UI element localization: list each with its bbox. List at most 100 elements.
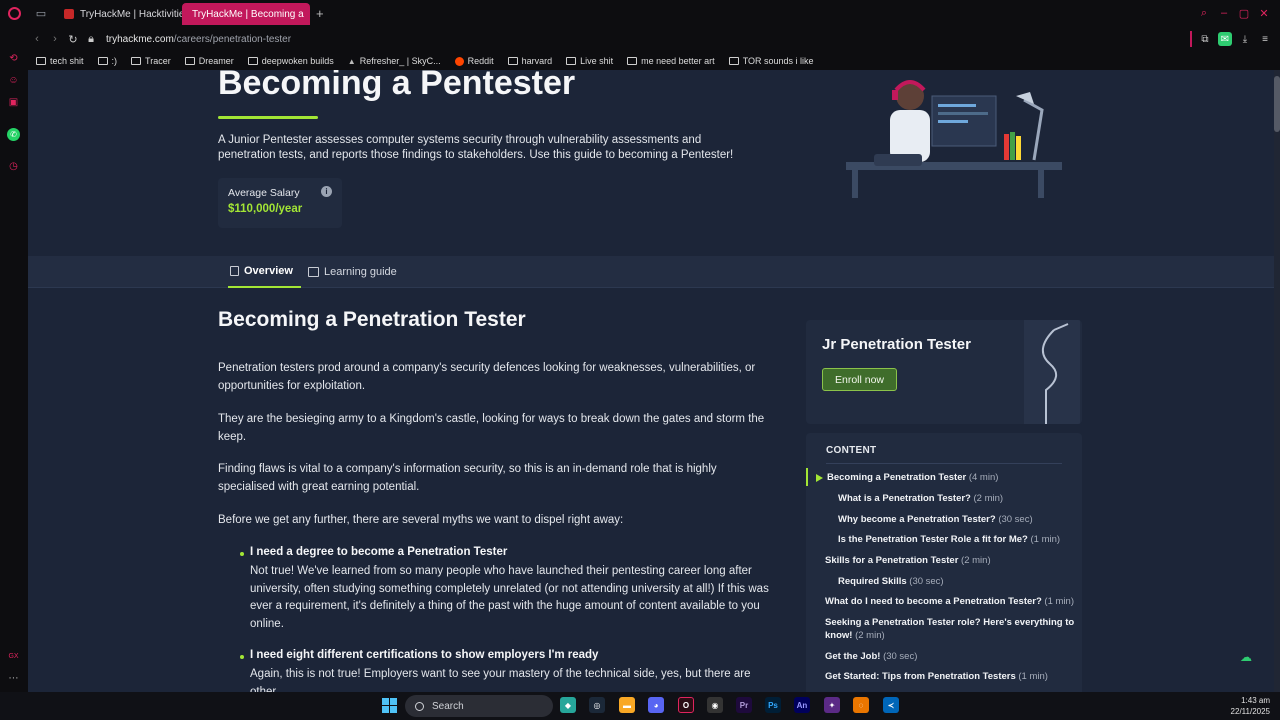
salary-value: $110,000/year	[228, 203, 303, 215]
info-icon[interactable]: i	[321, 186, 332, 197]
toc-duration: (2 min)	[961, 555, 991, 566]
discord-icon[interactable]: ◕	[648, 697, 664, 713]
forward-icon[interactable]: ›	[46, 33, 64, 45]
file-explorer-icon[interactable]: ▬	[619, 697, 635, 713]
url-path: /careers/penetration-tester	[173, 33, 292, 45]
steam-icon[interactable]: ◎	[589, 697, 605, 713]
toc-item[interactable]: Why become a Penetration Tester? (30 sec…	[838, 514, 1033, 525]
opera-gx-icon[interactable]: O	[678, 697, 694, 713]
vscode-icon[interactable]: ≺	[883, 697, 899, 713]
user-icon[interactable]: ☺	[7, 74, 20, 87]
taskbar-clock[interactable]: 1:43 am 22/11/2025	[1231, 695, 1270, 717]
bookmark-folder[interactable]: deepwoken builds	[247, 56, 334, 66]
opera-logo-icon[interactable]	[0, 0, 28, 26]
tab-becoming-pentester[interactable]: TryHackMe | Becoming a	[182, 3, 310, 25]
messenger-extension-icon[interactable]: ✉	[1218, 32, 1232, 46]
scrollbar[interactable]	[1274, 70, 1280, 692]
toc-item[interactable]: Seeking a Penetration Tester role? Here'…	[825, 617, 1074, 642]
folder-icon	[627, 57, 638, 65]
title-underline	[218, 116, 318, 119]
clock-icon[interactable]: ◷	[7, 160, 20, 173]
salary-card: Average Salary $110,000/year i	[218, 178, 342, 228]
url-field[interactable]: tryhackme.com/careers/penetration-tester	[106, 34, 291, 45]
premiere-icon[interactable]: Pr	[736, 697, 752, 713]
toc-item[interactable]: Get the Job! (30 sec)	[825, 651, 917, 662]
desk-leg	[1038, 170, 1044, 198]
maximize-icon[interactable]: ▢	[1236, 5, 1252, 21]
minimize-icon[interactable]: –	[1216, 5, 1232, 21]
bullet-dot	[240, 655, 244, 659]
menu-icon[interactable]: ≡	[1258, 32, 1272, 46]
monitor-line	[938, 112, 988, 115]
toc-item[interactable]: Is the Penetration Tester Role a fit for…	[838, 534, 1060, 545]
app-icon[interactable]: ✦	[824, 697, 840, 713]
desk-leg	[852, 170, 858, 198]
tab-overview[interactable]: Overview	[228, 256, 301, 288]
history-icon[interactable]: ⟲	[7, 52, 20, 65]
taskbar: Search ◆ ◎ ▬ ◕ O ◉ Pr Ps An ✦ ◌ ≺ 1:43 a…	[0, 692, 1280, 720]
chrome-icon[interactable]: ◉	[707, 697, 723, 713]
toc-label: What do I need to become a Penetration T…	[825, 596, 1042, 607]
article-paragraph: Penetration testers prod around a compan…	[218, 362, 756, 392]
toc-label: Why become a Penetration Tester?	[838, 514, 996, 525]
toc-item[interactable]: Skills for a Penetration Tester (2 min)	[825, 555, 991, 566]
bookmark-folder[interactable]: :)	[97, 56, 117, 66]
toc-item[interactable]: Get Started: Tips from Penetration Teste…	[825, 671, 1048, 682]
toc-item[interactable]: What do I need to become a Penetration T…	[825, 596, 1074, 607]
salary-label: Average Salary	[228, 187, 300, 199]
tab-menu-icon[interactable]: ▭	[28, 0, 54, 26]
taskbar-search[interactable]: Search	[405, 695, 553, 717]
new-tab-icon[interactable]: +	[310, 6, 330, 21]
tab-learning-guide[interactable]: Learning guide	[308, 256, 397, 288]
blender-icon[interactable]: ◌	[853, 697, 869, 713]
bookmark-folder[interactable]: TOR sounds i like	[728, 56, 814, 66]
clock-date: 22/11/2025	[1230, 707, 1270, 716]
download-icon[interactable]: ⤓	[1238, 32, 1252, 46]
bookmark-link[interactable]: Reddit	[454, 56, 494, 66]
cloud-sync-icon[interactable]: ☁	[1240, 650, 1258, 664]
photoshop-icon[interactable]: Ps	[765, 697, 781, 713]
bookmark-folder[interactable]: Tracer	[131, 56, 171, 66]
animate-icon[interactable]: An	[794, 697, 810, 713]
tab-hacktivities[interactable]: TryHackMe | Hacktivities	[54, 3, 182, 25]
url-host: tryhackme.com	[106, 33, 174, 45]
more-icon[interactable]: ⋯	[7, 672, 20, 685]
page-tabs: Overview Learning guide	[28, 256, 1274, 288]
article-paragraph: Before we get any further, there are sev…	[218, 514, 624, 526]
close-icon[interactable]: ✕	[1256, 5, 1272, 21]
bookmark-folder[interactable]: tech shit	[36, 56, 84, 66]
toc-item[interactable]: What is a Penetration Tester? (2 min)	[838, 493, 1003, 504]
book-icon	[308, 267, 319, 277]
extension-icon[interactable]: ⧉	[1198, 32, 1212, 46]
skyc-favicon-icon: ▲	[347, 56, 356, 66]
app-label: An	[796, 700, 808, 710]
player-icon[interactable]: ▣	[7, 96, 20, 109]
toc-duration: (1 min)	[1018, 671, 1048, 682]
browser-window: ▭ TryHackMe | Hacktivities TryHackMe | B…	[0, 0, 1280, 720]
whatsapp-icon[interactable]: ✆	[7, 128, 20, 141]
bookmark-link[interactable]: ▲ Refresher_ | SkyC...	[348, 56, 441, 66]
myth-heading: I need eight different certifications to…	[250, 649, 599, 661]
toc-item[interactable]: Required Skills (30 sec)	[838, 576, 944, 587]
folder-icon	[184, 57, 195, 65]
folder-icon	[247, 57, 258, 65]
toc-item[interactable]: Becoming a Penetration Tester (4 min)	[827, 472, 998, 483]
content-heading: CONTENT	[826, 445, 877, 456]
browser-sidebar: ⟲ ☺ ▣ ✆ ◷ GX ⋯	[0, 26, 28, 692]
bookmark-folder[interactable]: Dreamer	[184, 56, 234, 66]
reload-icon[interactable]: ↻	[64, 33, 82, 46]
bookmark-folder[interactable]: harvard	[507, 56, 552, 66]
bookmark-label: Refresher_ | SkyC...	[359, 56, 441, 66]
app-icon[interactable]: ◆	[560, 697, 576, 713]
bookmark-folder[interactable]: me need better art	[627, 56, 715, 66]
reddit-icon	[454, 56, 464, 66]
windows-start-icon[interactable]	[382, 698, 397, 713]
folder-icon	[728, 57, 739, 65]
search-icon[interactable]: ⌕	[1196, 5, 1212, 21]
bookmark-label: tech shit	[50, 56, 84, 66]
bookmark-folder[interactable]: Live shit	[566, 56, 613, 66]
scrollbar-thumb[interactable]	[1274, 76, 1280, 132]
enroll-button[interactable]: Enroll now	[822, 368, 897, 391]
back-icon[interactable]: ‹	[28, 33, 46, 45]
gx-icon[interactable]: GX	[7, 650, 20, 663]
